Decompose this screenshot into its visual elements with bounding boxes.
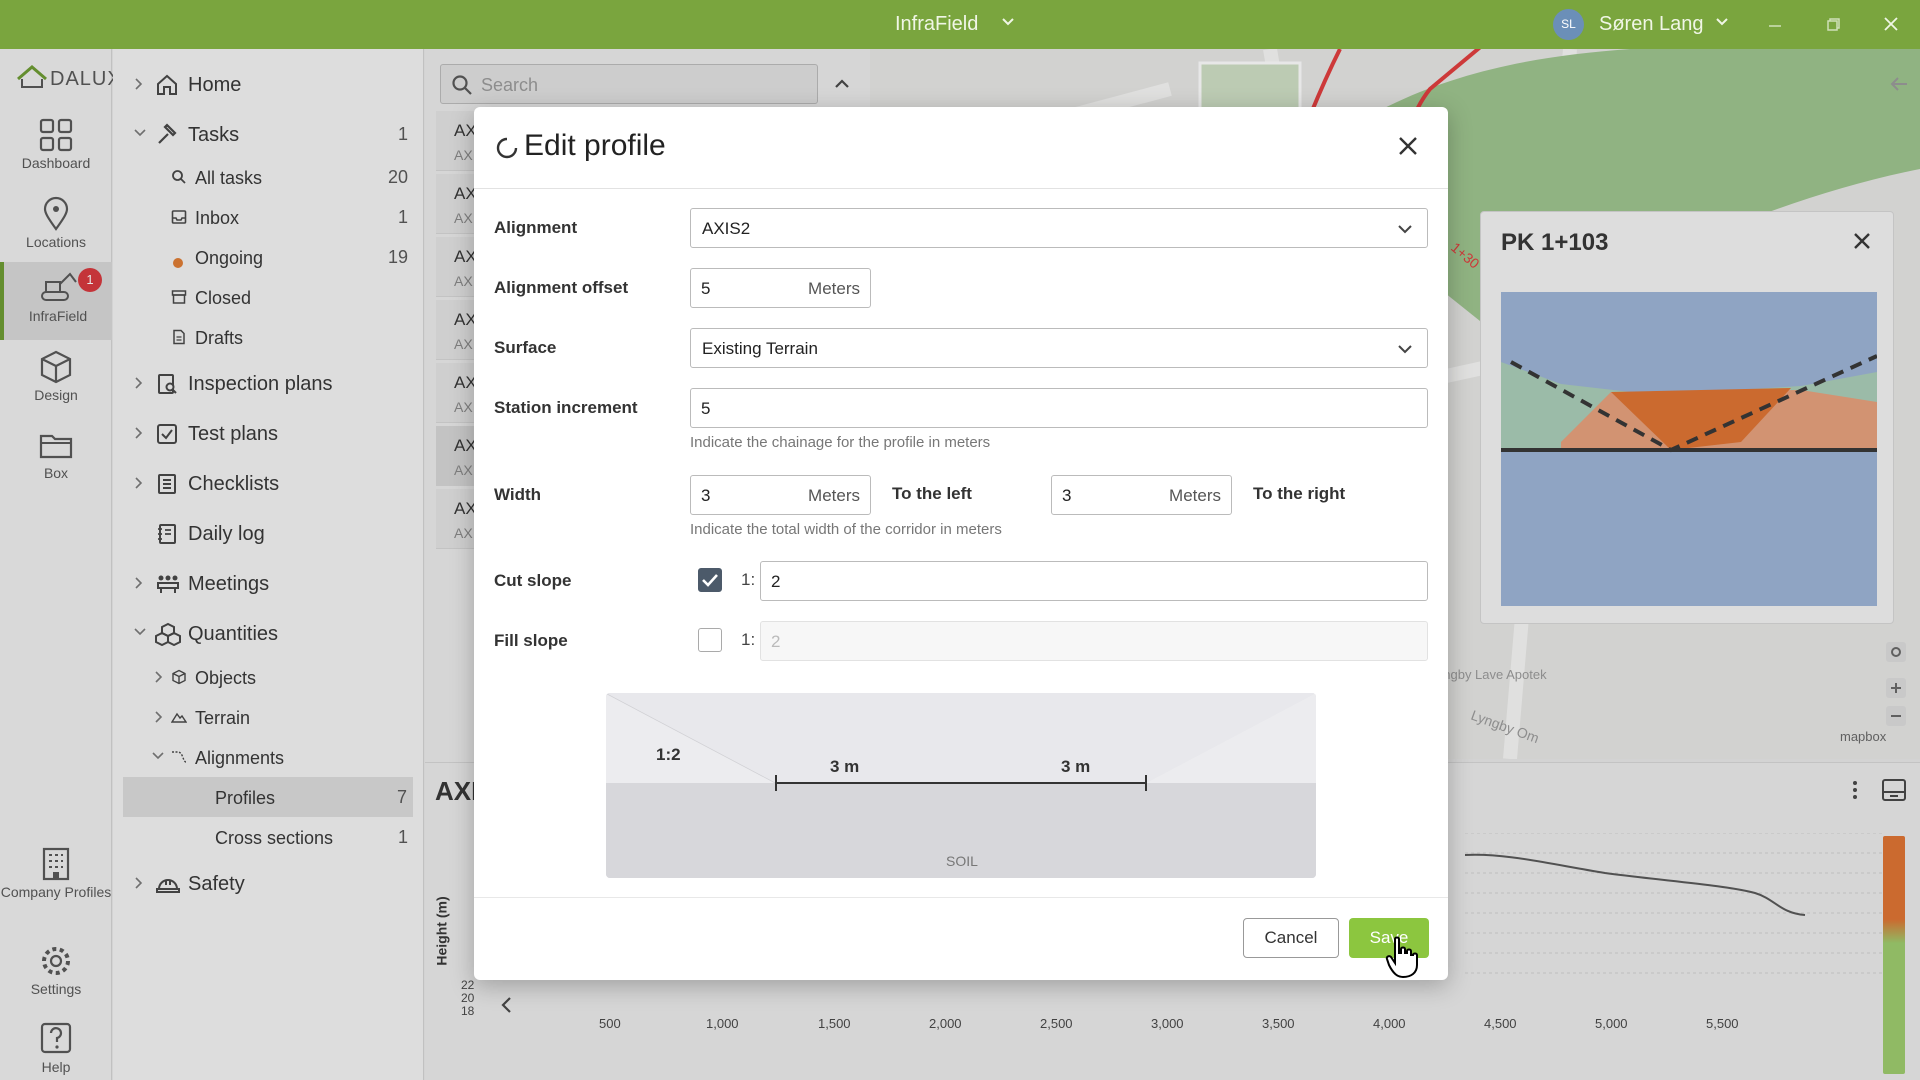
slope-diagram: [606, 693, 1316, 878]
loading-spinner-icon: [496, 137, 518, 159]
alignment-select[interactable]: AXIS2: [690, 208, 1428, 248]
ratio-prefix: 1:: [741, 630, 756, 649]
offset-input[interactable]: 5 Meters: [690, 268, 871, 308]
soil-label: SOIL: [946, 853, 978, 869]
dialog-header: Edit profile: [474, 107, 1448, 189]
cut-slope-checkbox[interactable]: [698, 568, 722, 592]
fill-slope-checkbox[interactable]: [698, 628, 722, 652]
surface-label: Surface: [494, 338, 557, 357]
chevron-down-icon: [1398, 225, 1412, 234]
width-right-input[interactable]: 3 Meters: [1051, 475, 1232, 515]
restore-icon[interactable]: [1821, 12, 1845, 36]
dialog-footer: Cancel Save: [474, 897, 1448, 980]
width-label: Width: [494, 485, 542, 504]
close-icon[interactable]: [1395, 133, 1421, 159]
unit-label: Meters: [808, 279, 860, 298]
avatar[interactable]: SL: [1553, 9, 1584, 40]
cut-slope-input[interactable]: 2: [760, 561, 1428, 601]
app-switcher-label[interactable]: InfraField: [895, 13, 978, 36]
minimize-icon[interactable]: [1763, 12, 1787, 36]
cancel-button[interactable]: Cancel: [1243, 918, 1339, 958]
ratio-prefix: 1:: [741, 570, 756, 589]
select-value: Existing Terrain: [702, 339, 818, 358]
to-the-left-label: To the left: [892, 484, 972, 503]
surface-select[interactable]: Existing Terrain: [690, 328, 1428, 368]
alignment-label: Alignment: [494, 218, 578, 237]
select-value: AXIS2: [702, 219, 751, 238]
hand-cursor-icon: [1385, 936, 1418, 979]
station-increment-input[interactable]: 5: [690, 388, 1428, 428]
fill-slope-input[interactable]: 2: [760, 621, 1428, 661]
fill-slope-label: Fill slope: [494, 631, 568, 650]
chevron-down-icon[interactable]: [1000, 14, 1016, 30]
edit-profile-dialog: Edit profile Alignment AXIS2 Alignment o…: [474, 107, 1448, 980]
close-window-icon[interactable]: [1879, 12, 1903, 36]
checkmark-icon: [702, 574, 718, 587]
chevron-down-icon: [1398, 345, 1412, 354]
cut-slope-label: Cut slope: [494, 571, 572, 590]
slope-preview: 1:2 3 m 3 m SOIL: [606, 693, 1316, 878]
station-hint: Indicate the chainage for the profile in…: [690, 434, 991, 451]
width-hint: Indicate the total width of the corridor…: [690, 521, 1002, 538]
chevron-down-icon[interactable]: [1714, 14, 1730, 30]
title-bar: InfraField SL Søren Lang: [0, 0, 1920, 49]
unit-label: Meters: [808, 486, 860, 505]
right-width-label: 3 m: [1061, 757, 1091, 776]
to-the-right-label: To the right: [1253, 484, 1346, 503]
offset-label: Alignment offset: [494, 278, 629, 297]
left-width-label: 3 m: [830, 757, 860, 776]
user-name[interactable]: Søren Lang: [1599, 13, 1704, 36]
width-left-input[interactable]: 3 Meters: [690, 475, 871, 515]
dialog-title: Edit profile: [524, 129, 666, 162]
unit-label: Meters: [1169, 486, 1221, 505]
station-label: Station increment: [494, 398, 638, 417]
slope-ratio-label: 1:2: [656, 745, 681, 764]
